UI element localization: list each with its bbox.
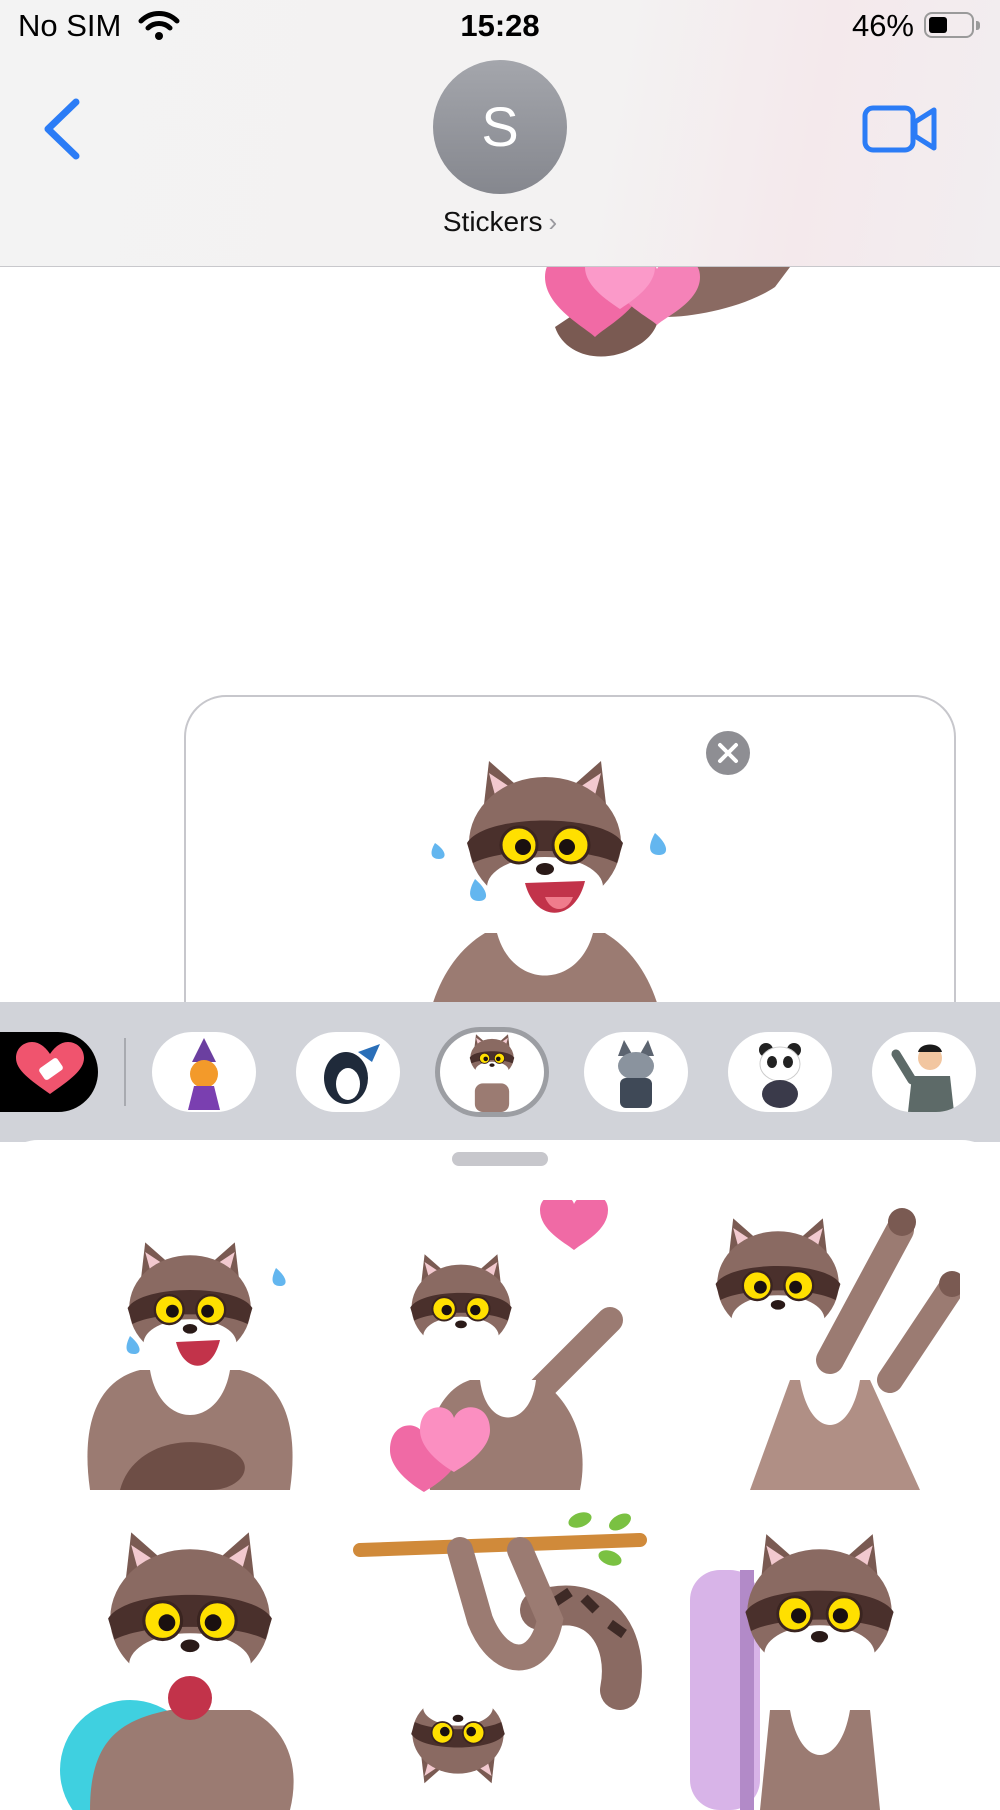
witch-pumpkin-icon (188, 1038, 220, 1110)
contact-name: Stickers (442, 206, 543, 237)
sticker-pack-witch[interactable] (152, 1032, 256, 1112)
sticker-raccoon-shocked[interactable] (40, 1510, 340, 1810)
sticker-pack-raccoon[interactable] (440, 1032, 544, 1112)
heart-stickers-icon (16, 1042, 84, 1094)
sticker-raccoon-crying-laughing[interactable] (40, 1200, 340, 1500)
chevron-right-icon: › (548, 207, 558, 237)
strip-separator (124, 1038, 126, 1106)
contact-name-button[interactable]: Stickers › (0, 206, 1000, 238)
sticker-pack-penguin[interactable] (296, 1032, 400, 1112)
sticker-raccoon-thumbs-up[interactable] (660, 1200, 960, 1500)
compose-bubble (184, 695, 956, 1002)
drawer-handle[interactable] (452, 1152, 548, 1166)
sticker-raccoon-peeking[interactable] (660, 1510, 960, 1810)
sent-sticker[interactable] (545, 267, 825, 367)
back-button[interactable] (36, 96, 86, 162)
sticker-pack-panda[interactable] (728, 1032, 832, 1112)
sticker-pack-wolf[interactable] (584, 1032, 688, 1112)
sticker-pack-man[interactable] (872, 1032, 976, 1112)
message-thread (0, 267, 1000, 1002)
conversation-header: No SIM 15:28 46% S Stickers › (0, 0, 1000, 267)
status-bar: No SIM 15:28 46% (0, 0, 1000, 56)
battery-level-fill (929, 17, 947, 33)
wolf-icon (618, 1040, 654, 1108)
man-waving-icon (891, 1044, 954, 1112)
contact-avatar[interactable]: S (433, 60, 567, 194)
sticker-drawer (0, 1140, 1000, 1810)
preview-sticker-raccoon-crying (431, 759, 667, 1002)
panda-icon (759, 1043, 801, 1108)
clock: 15:28 (460, 8, 540, 43)
close-icon (718, 743, 738, 763)
remove-sticker-button[interactable] (706, 731, 750, 775)
raccoon-icon (469, 1033, 515, 1112)
sticker-raccoon-hanging-branch[interactable] (350, 1510, 650, 1810)
penguin-icon (324, 1044, 380, 1104)
video-call-button[interactable] (862, 104, 938, 154)
favorites-button[interactable] (0, 1032, 98, 1112)
battery-percent: 46% (851, 8, 914, 43)
imessage-app-strip (0, 1002, 1000, 1142)
battery-icon (924, 12, 982, 40)
sticker-raccoon-hearts-wink[interactable] (350, 1200, 650, 1500)
